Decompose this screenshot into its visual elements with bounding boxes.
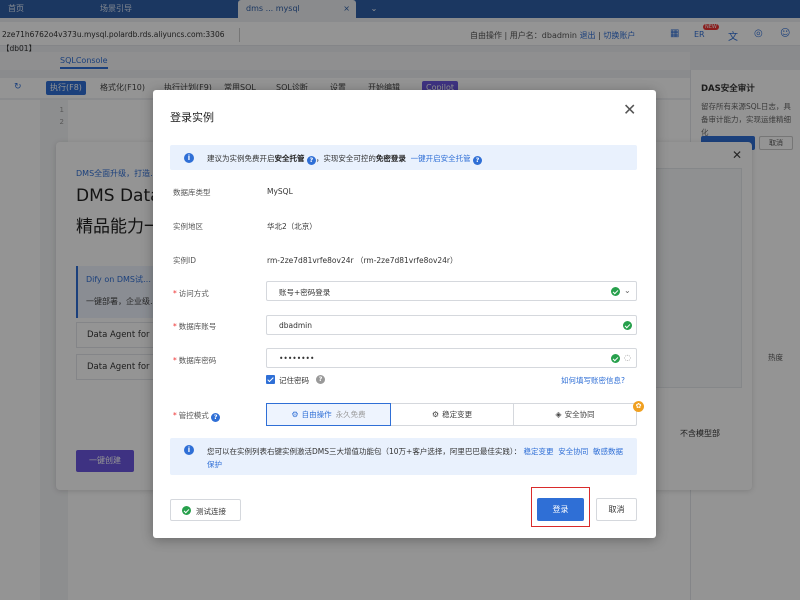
mode-stable-label: 稳定变更 — [442, 410, 473, 419]
db-account-input[interactable]: dbadmin — [266, 315, 637, 335]
login-button[interactable]: 登录 — [537, 498, 584, 521]
db-type-value: MySQL — [267, 187, 293, 196]
security-notice: i 建议为实例免费开启安全托管 ? ，实现安全可控的免密登录 一键开启安全托管 ? — [170, 145, 637, 170]
gear-icon: ⚙ — [291, 410, 299, 419]
mode-stable-option[interactable]: ⚙ 稳定变更 — [391, 404, 513, 425]
tip-text: 您可以在实例列表右键实例激活DMS三大增值功能包（10万+客户选择，阿里巴巴最佳… — [207, 445, 627, 471]
notice-mid: ，实现安全可控的 — [315, 154, 376, 163]
notice-pre: 建议为实例免费开启 — [207, 154, 275, 163]
instance-id-value: rm-2ze7d81vrfe8ov24r （rm-2ze7d81vrfe8ov2… — [267, 256, 458, 265]
db-type-label: 数据库类型 — [173, 188, 211, 197]
db-password-value: •••••••• — [279, 354, 315, 363]
db-account-label: * 数据库账号 — [173, 322, 217, 331]
mode-secure-option[interactable]: ◈ 安全协同 — [514, 404, 636, 425]
access-method-value: 账号+密码登录 — [279, 288, 331, 297]
info-icon: i — [184, 153, 194, 163]
notice-bold1: 安全托管 — [274, 154, 305, 163]
cancel-button[interactable]: 取消 — [596, 498, 637, 521]
check-icon — [611, 287, 620, 296]
mode-free-label: 自由操作 — [301, 410, 332, 419]
secure-collab-link[interactable]: 安全协同 — [558, 447, 588, 456]
mode-free-option[interactable]: ⚙ 自由操作 永久免费 — [266, 403, 391, 426]
test-connection-label: 测试连接 — [196, 507, 226, 516]
access-method-label: * 访问方式 — [173, 289, 209, 298]
question-icon[interactable]: ? — [211, 413, 221, 422]
access-method-select[interactable]: 账号+密码登录 ⌄ — [266, 281, 637, 301]
coupon-icon[interactable]: ✿ — [633, 401, 644, 412]
instance-id-label: 实例ID — [173, 256, 196, 265]
db-account-label-text: 数据库账号 — [178, 322, 217, 331]
db-password-label-text: 数据库密码 — [178, 356, 217, 365]
check-icon — [623, 321, 632, 330]
howto-link[interactable]: 如何填写账密信息? — [561, 375, 625, 386]
dialog-title: 登录实例 — [170, 111, 214, 124]
mode-free-sub: 永久免费 — [335, 410, 366, 419]
remember-password-label: 记住密码 — [279, 376, 309, 385]
notice-bold2: 免密登录 — [375, 154, 406, 163]
close-icon[interactable]: ✕ — [623, 102, 636, 118]
tip-body: 您可以在实例列表右键实例激活DMS三大增值功能包（10万+客户选择，阿里巴巴最佳… — [207, 447, 522, 456]
question-icon[interactable]: ? — [306, 156, 316, 165]
db-password-label: * 数据库密码 — [173, 356, 217, 365]
enable-security-link[interactable]: 一键开启安全托管 — [411, 154, 471, 163]
chevron-down-icon: ⌄ — [624, 286, 631, 295]
info-icon: i — [184, 445, 194, 455]
control-mode-label: * 管控模式 ? — [173, 410, 221, 422]
check-icon — [182, 506, 191, 515]
login-instance-dialog: 登录实例 ✕ i 建议为实例免费开启安全托管 ? ，实现安全可控的免密登录 一键开… — [153, 90, 656, 538]
question-icon[interactable]: ? — [473, 156, 483, 165]
stable-change-link[interactable]: 稳定变更 — [523, 447, 553, 456]
access-method-label-text: 访问方式 — [178, 289, 209, 298]
control-mode-label-text: 管控模式 — [178, 411, 209, 420]
control-mode-selector: ⚙ 自由操作 永久免费 ⚙ 稳定变更 ◈ 安全协同 — [266, 403, 637, 426]
shield-icon: ◈ — [555, 410, 562, 419]
db-password-input[interactable]: •••••••• ◌ — [266, 348, 637, 368]
check-icon — [611, 354, 620, 363]
region-label: 实例地区 — [173, 222, 203, 231]
region-value: 华北2（北京） — [267, 222, 317, 231]
db-account-value: dbadmin — [279, 321, 313, 330]
value-pack-tip: i 您可以在实例列表右键实例激活DMS三大增值功能包（10万+客户选择，阿里巴巴… — [170, 438, 637, 475]
mode-secure-label: 安全协同 — [564, 410, 595, 419]
eye-off-icon[interactable]: ◌ — [624, 353, 631, 362]
test-connection-button[interactable]: 测试连接 — [170, 499, 241, 521]
gear-icon: ⚙ — [431, 410, 440, 419]
notice-text: 建议为实例免费开启安全托管 ? ，实现安全可控的免密登录 一键开启安全托管 ? — [207, 153, 483, 165]
question-icon[interactable]: ? — [316, 375, 325, 384]
checkbox-checked-icon[interactable] — [266, 375, 275, 384]
